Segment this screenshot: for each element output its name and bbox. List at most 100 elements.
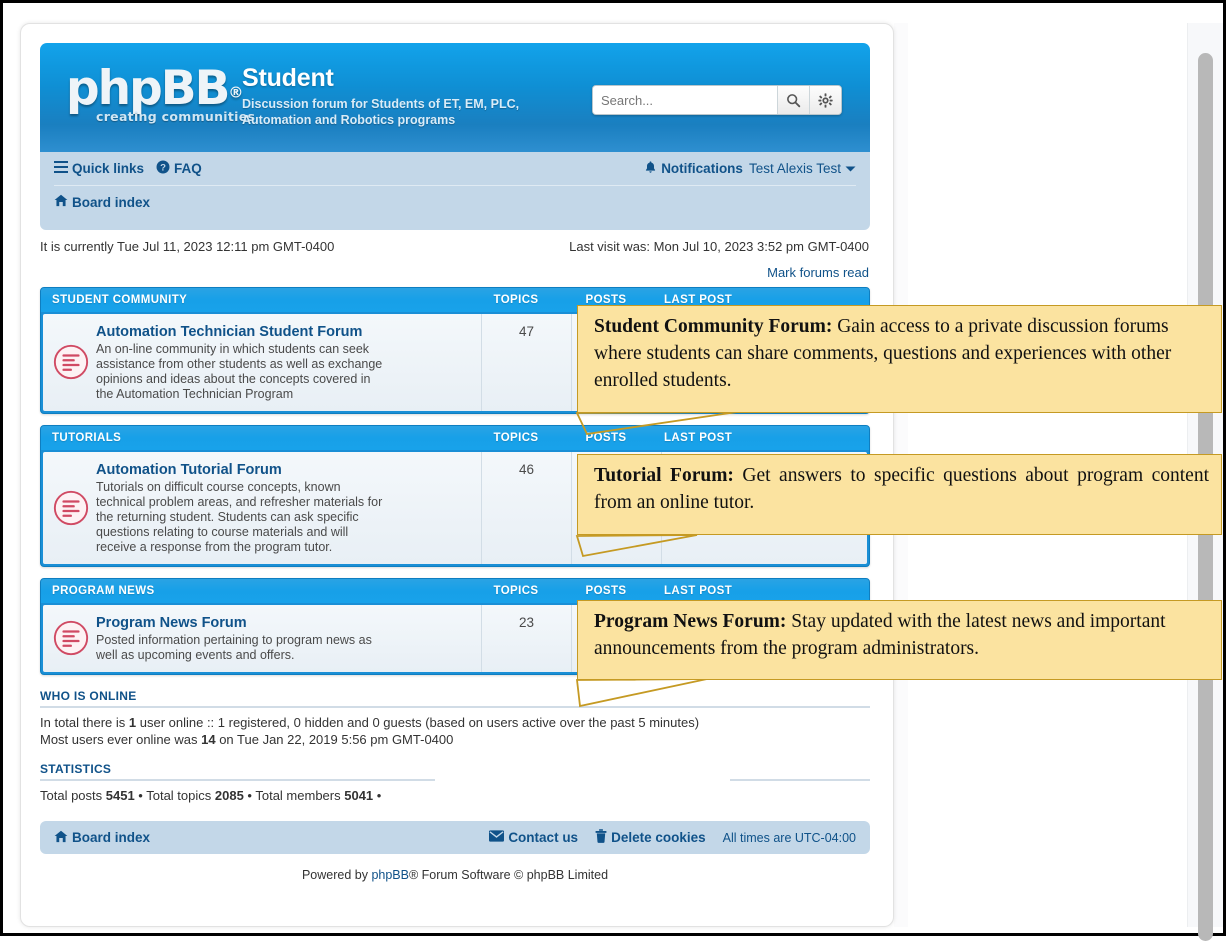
callout-program-news: Program News Forum: Stay updated with th… xyxy=(577,600,1222,680)
total-members-label: Total members xyxy=(255,788,345,803)
user-menu-button[interactable]: Test Alexis Test xyxy=(749,161,856,176)
forum-description: An on-line community in which students c… xyxy=(96,342,383,401)
stat-separator: • xyxy=(243,788,256,803)
stat-separator: • xyxy=(134,788,147,803)
online-line1-prefix: In total there is xyxy=(40,715,129,730)
nav-row-breadcrumb: Board index xyxy=(54,186,856,218)
callout-student-community: Student Community Forum: Gain access to … xyxy=(577,305,1222,413)
forum-description: Tutorials on difficult course concepts, … xyxy=(96,480,383,554)
home-icon xyxy=(54,194,68,210)
last-visit-text: Last visit was: Mon Jul 10, 2023 3:52 pm… xyxy=(569,239,869,254)
hamburger-icon xyxy=(54,161,68,176)
forum-text: Automation Technician Student Forum An o… xyxy=(93,322,391,402)
navigation-bar: Quick links ? FAQ Notifications Test Ale… xyxy=(40,152,870,218)
forum-text: Program News Forum Posted information pe… xyxy=(93,613,391,663)
time-row: It is currently Tue Jul 11, 2023 12:11 p… xyxy=(40,239,870,265)
who-is-online-line-1: In total there is 1 user online :: 1 reg… xyxy=(40,714,870,731)
logo-tagline: creating communities xyxy=(96,109,256,124)
who-is-online-heading: WHO IS ONLINE xyxy=(40,689,137,703)
forum-topics-count: 47 xyxy=(482,314,572,411)
faq-link[interactable]: ? FAQ xyxy=(156,160,202,177)
column-header-topics: TOPICS xyxy=(493,585,539,597)
username-label: Test Alexis Test xyxy=(748,161,841,176)
total-topics-label: Total topics xyxy=(146,788,215,803)
breadcrumb-board-index-label: Board index xyxy=(72,194,151,210)
mark-forums-read-link[interactable]: Mark forums read xyxy=(767,265,869,280)
phpbb-link[interactable]: phpBB xyxy=(371,868,409,882)
nav-user-area: Notifications Test Alexis Test xyxy=(644,152,856,185)
stat-separator: • xyxy=(373,788,382,803)
online-line2-suffix: on Tue Jan 22, 2019 5:56 pm GMT-0400 xyxy=(215,732,454,747)
nav-row-primary: Quick links ? FAQ Notifications Test Ale… xyxy=(54,152,856,186)
footer-links: Contact us Delete cookies All times are … xyxy=(489,821,856,854)
forum-unread-icon[interactable] xyxy=(49,489,93,527)
forum-main-cell: Program News Forum Posted information pe… xyxy=(43,605,482,672)
forum-category-title: TUTORIALS xyxy=(52,432,122,444)
online-line1-suffix: user online :: 1 registered, 0 hidden an… xyxy=(136,715,700,730)
powered-prefix: Powered by xyxy=(301,868,372,882)
divider xyxy=(40,779,870,781)
footer-bar: Board index Contact us Delete cookies Al… xyxy=(40,821,870,854)
search-box[interactable] xyxy=(592,85,842,115)
forum-topics-count: 23 xyxy=(482,605,572,672)
statistics-heading: STATISTICS xyxy=(40,762,112,776)
search-submit-button[interactable] xyxy=(777,86,809,114)
delete-cookies-link[interactable]: Delete cookies xyxy=(595,829,706,846)
column-header-topics: TOPICS xyxy=(493,294,539,306)
current-time-text: It is currently Tue Jul 11, 2023 12:11 p… xyxy=(40,239,335,254)
question-circle-icon: ? xyxy=(156,160,170,177)
trash-icon xyxy=(595,829,607,846)
forum-category-header: TUTORIALS TOPICS POSTS LAST POST xyxy=(41,426,869,450)
forum-unread-icon[interactable] xyxy=(49,343,93,381)
forum-text: Automation Tutorial Forum Tutorials on d… xyxy=(93,460,391,555)
screenshot-frame: phpBB® creating communities Student Disc… xyxy=(0,0,1226,941)
total-topics-value: 2085 xyxy=(214,788,244,803)
quick-links-button[interactable]: Quick links xyxy=(54,161,144,176)
delete-cookies-label: Delete cookies xyxy=(611,830,706,845)
envelope-icon xyxy=(489,830,505,845)
search-icon xyxy=(786,93,801,108)
chevron-down-icon xyxy=(845,161,856,176)
search-options-button[interactable] xyxy=(809,86,841,114)
forum-title-link[interactable]: Automation Technician Student Forum xyxy=(96,323,391,341)
forum-unread-icon[interactable] xyxy=(49,619,93,657)
online-line2-prefix: Most users ever online was xyxy=(40,732,202,747)
forum-category-title: STUDENT COMMUNITY xyxy=(52,294,188,306)
divider xyxy=(40,706,870,708)
site-title: Student xyxy=(242,64,334,92)
notifications-link[interactable]: Notifications xyxy=(644,160,743,177)
svg-text:?: ? xyxy=(160,163,166,174)
site-description: Discussion forum for Students of ET, EM,… xyxy=(242,97,520,127)
logo-wordmark: phpBB xyxy=(66,61,230,116)
column-header-last-post: LAST POST xyxy=(664,432,733,444)
column-header-topics: TOPICS xyxy=(493,432,539,444)
breadcrumb-board-index[interactable]: Board index xyxy=(54,194,150,210)
notifications-label: Notifications xyxy=(661,161,743,176)
bell-icon xyxy=(644,160,657,177)
forum-main-cell: Automation Technician Student Forum An o… xyxy=(43,314,482,411)
gear-icon xyxy=(818,92,833,108)
statistics-line: Total posts 5451 • Total topics 2085 • T… xyxy=(40,787,870,804)
total-posts-value: 5451 xyxy=(105,788,135,803)
footer-board-index-label: Board index xyxy=(72,830,151,845)
phpbb-logo[interactable]: phpBB® creating communities xyxy=(66,65,266,129)
callout-3-title: Program News Forum: xyxy=(594,611,787,632)
quick-links-label: Quick links xyxy=(72,161,145,176)
forum-title-link[interactable]: Automation Tutorial Forum xyxy=(96,461,391,479)
callout-tutorial-forum: Tutorial Forum: Get answers to specific … xyxy=(577,454,1222,535)
logo-registered-mark: ® xyxy=(228,83,243,102)
total-members-value: 5041 xyxy=(344,788,374,803)
forum-title-link[interactable]: Program News Forum xyxy=(96,614,391,632)
callout-2-title: Tutorial Forum: xyxy=(594,465,734,486)
contact-us-link[interactable]: Contact us xyxy=(489,830,578,845)
column-header-last-post: LAST POST xyxy=(664,585,733,597)
who-is-online-line-2: Most users ever online was 14 on Tue Jan… xyxy=(40,731,870,748)
powered-by-line: Powered by phpBB® Forum Software © phpBB… xyxy=(40,868,870,882)
contact-us-label: Contact us xyxy=(508,830,579,845)
mark-forums-read-row: Mark forums read xyxy=(40,265,870,287)
home-icon xyxy=(54,830,68,846)
nav-bottom-edge xyxy=(40,218,870,230)
footer-board-index-link[interactable]: Board index xyxy=(54,830,150,846)
callout-1-title: Student Community Forum: xyxy=(594,316,833,337)
search-input[interactable] xyxy=(593,86,777,114)
